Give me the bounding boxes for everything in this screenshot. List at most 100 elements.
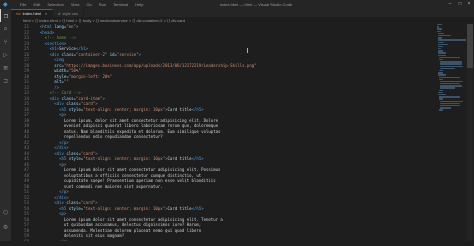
close-button[interactable]: × [465,1,473,8]
title-bar: ◆ File Edit Selection View Go Run Terminal Help… [0,0,474,9]
minimap-line [439,83,461,85]
minimap-line [439,67,456,70]
run-debug-icon[interactable]: ▷ [0,48,11,61]
minimap-line [439,100,463,102]
minimap-line [438,54,447,57]
code-token: assumenda. Molestiae dolorem placeat nem… [35,227,202,233]
code-token: sunt commodi non maiores sint aspernatur… [35,183,163,189]
search-icon[interactable]: ⌕ [0,22,11,35]
code-token: <img [35,57,64,62]
code-token: </div> [35,194,69,200]
settings-gear-icon[interactable]: ⚙ [0,220,11,233]
minimap-line [439,89,444,92]
line-number-gutter: 21 22 23 24 25 26 27 28 29 30 31 32 33 34 35 36 37 38 39 40… [11,24,31,244]
code-token: style [35,73,67,79]
menu-item-selection[interactable]: Selection [47,2,63,7]
code-token: "text-align: center; margin: 10px" [83,106,166,112]
minimap-line [438,43,448,46]
code-token: </h5> [191,106,204,112]
minimap-line [437,50,444,52]
code-token: class [61,95,74,101]
code-token: <p> [35,161,67,167]
code-token: src [35,62,62,68]
minimap-line [438,41,445,43]
minimap-line [439,85,463,87]
code-token: /> [35,84,60,90]
source-control-icon[interactable]: ⑂ [0,35,11,48]
tab-label: style.css [62,10,78,16]
code-token: Service [59,46,76,51]
minimap-line [439,59,443,61]
minimap-line [439,102,461,105]
code-token: </p> [35,139,69,145]
minimap-line [439,98,443,100]
close-tab-icon[interactable]: × [45,11,47,16]
code-token: </div> [35,145,69,150]
minimap-line [438,37,442,39]
menu-item-terminal[interactable]: Terminal [113,2,128,7]
minimap-line [438,94,447,96]
menu-item-edit[interactable]: Edit [33,2,40,7]
menu-item-help[interactable]: Help [135,2,143,7]
code-token: Lorem ipsum dolor sit amet consectetur a… [35,216,223,222]
minimap-line [437,30,442,32]
menu-item-file[interactable]: File [20,2,26,7]
menu-item-view[interactable]: View [71,2,80,7]
code-token: "margin-left: 20%" [68,73,113,79]
code-token: <h5 [35,205,69,211]
code-token: </p> [35,189,69,194]
minimap-line [437,32,445,35]
code-token: "text-align: center; margin: 10px" [83,156,166,161]
code-area[interactable]: <html lang="en"> <head> <!-- home --> <s… [35,24,435,244]
code-token: "card-item" [75,95,103,101]
code-token: <html [35,24,55,29]
code-token: eveniet adipisci quaerat libero laborios… [35,123,219,128]
breadcrumb[interactable]: html > ⟨⟩ index.html > ⟨⟩ html > ⟨⟩ body… [11,17,474,24]
files-icon[interactable]: ❐ [0,9,11,22]
code-token: class [66,101,79,106]
code-token: style [68,205,81,211]
code-token: <div [35,101,67,106]
app-logo-icon: ◆ [3,2,8,8]
code-token: <div [35,200,67,205]
menu-item-go[interactable]: Go [86,2,91,7]
minimap-line [439,76,460,78]
code-token: "service" [116,51,139,57]
code-token: voluptatibus a officiis consectetur cumq… [35,172,202,178]
code-token: Card title [167,106,192,112]
accounts-icon[interactable]: ◯ [0,205,11,218]
tab-style-css[interactable]: # style.css [53,9,84,17]
code-token: <section [35,40,64,46]
code-token: > [102,95,105,101]
code-token: repellendus odio repudiandae consectetur… [35,134,163,139]
maximize-button[interactable]: □ [456,1,464,8]
code-token: > [63,40,67,46]
code-token: style [68,106,81,112]
code-token: cupiditate saepe! Praesentium aperiam no… [35,178,216,183]
vscode-window: ◆ File Edit Selection View Go Run Terminal Help… [0,0,474,246]
code-token: "card" [80,101,96,106]
scrollbar-thumb[interactable] [467,24,473,68]
code-token: > [75,24,79,29]
code-token: class [61,51,74,57]
code-editor[interactable]: 21 22 23 24 25 26 27 28 29 30 31 32 33 34 35 36 37 38 39 40… [11,24,474,246]
minimize-button[interactable]: – [446,1,454,8]
minimap-line [439,87,456,89]
code-token: <h1> [35,46,60,51]
code-token: <div [35,95,62,101]
code-token: deleniti sit eius magnam? [35,233,125,238]
code-token: "container-2" [75,51,108,57]
tab-index-html[interactable]: <> index.html × [11,9,54,17]
code-token: class [66,200,79,205]
minimap-line [436,24,442,26]
minimap-line [436,26,439,28]
code-token: <p> [35,211,67,216]
remote-icon[interactable]: ⊐ [0,74,11,87]
code-token: Lorem ipsum dolor sit amet consectetur a… [35,167,221,172]
minimap-line [438,74,447,76]
minimap[interactable] [436,24,466,124]
minimap-line [438,39,466,41]
extensions-icon[interactable]: ⊞ [0,61,11,74]
menu-item-run[interactable]: Run [99,2,106,7]
code-token: natus. Nam blanditiis expedita et doloru… [35,128,221,134]
